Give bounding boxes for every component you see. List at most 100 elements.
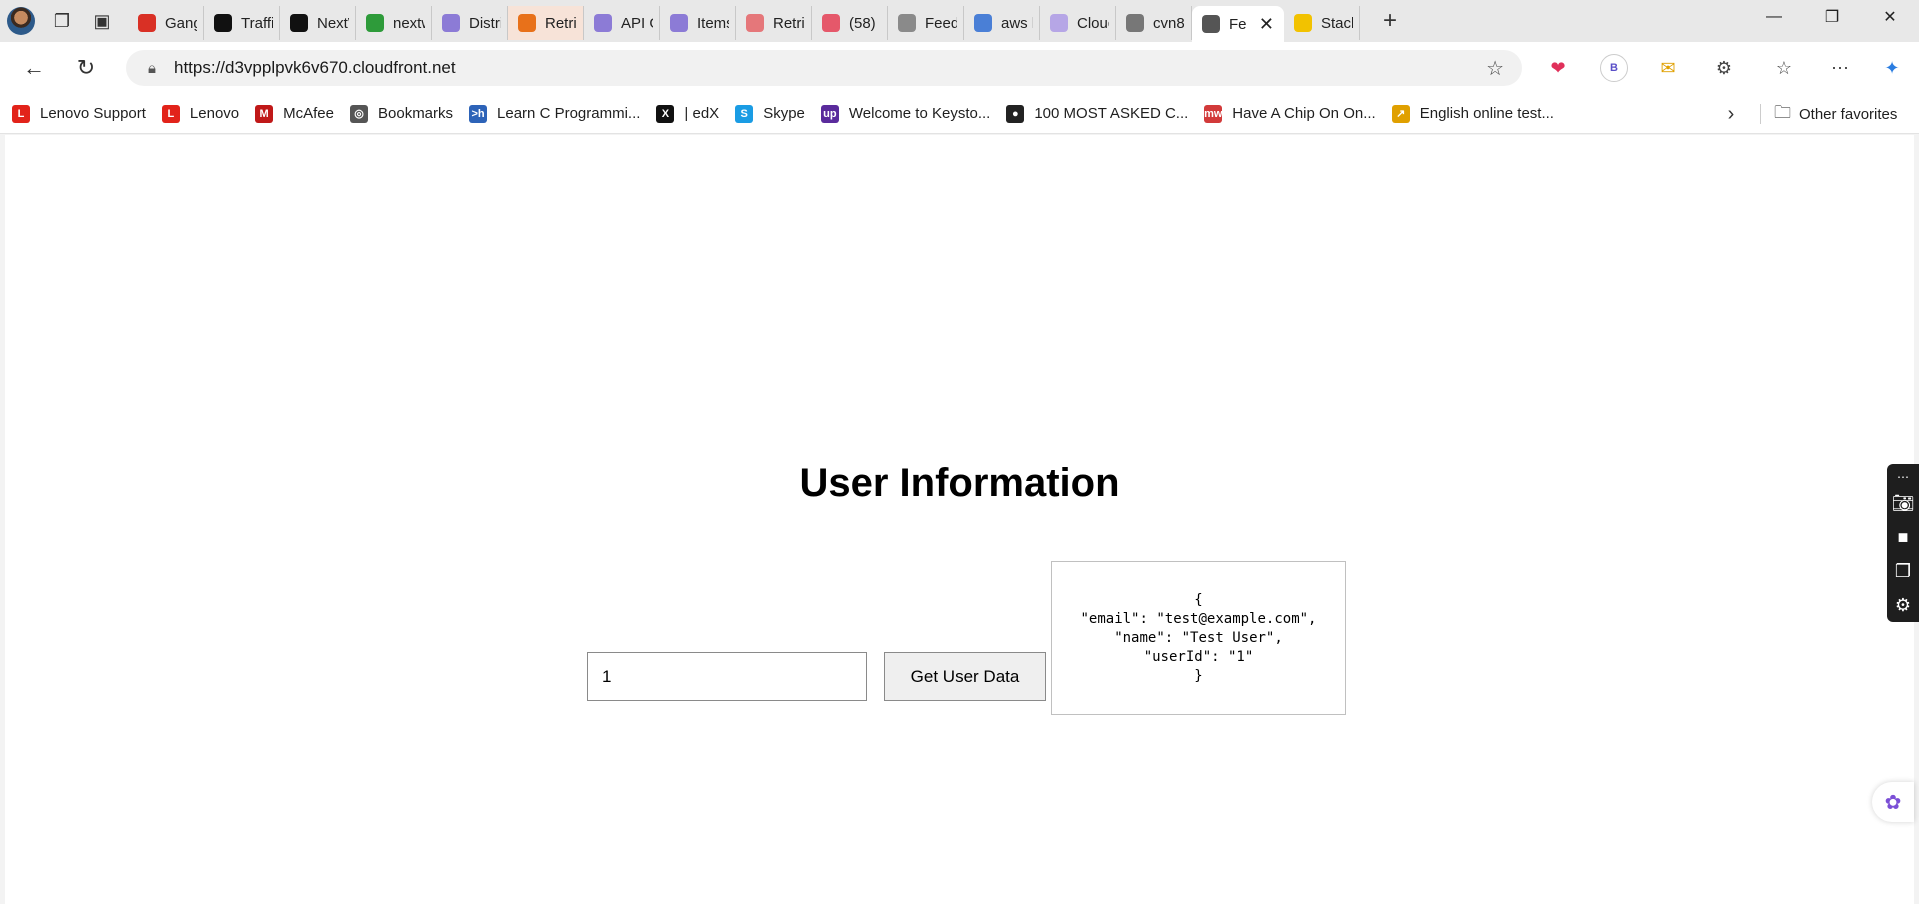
extensions-icon[interactable]: ⚙ [1706, 50, 1742, 86]
tab-11[interactable]: aws log [964, 6, 1040, 40]
page-title: User Information [799, 461, 1120, 505]
bookmark-item[interactable]: X | edX [656, 104, 719, 123]
bookmark-label: McAfee [283, 105, 334, 122]
tab-9[interactable]: (58) Bu [812, 6, 888, 40]
upgrad-icon: up [820, 104, 839, 123]
lenovo-icon: L [161, 104, 180, 123]
nextwork-icon [290, 14, 308, 32]
bookmark-label: 100 MOST ASKED C... [1034, 105, 1189, 122]
tab-title: Items | [697, 14, 729, 32]
globe-icon [1126, 14, 1144, 32]
refresh-icon[interactable]: ↻ [60, 48, 112, 88]
close-window-icon[interactable]: ✕ [1861, 0, 1919, 34]
tab-0[interactable]: Gangad [128, 6, 204, 40]
settings-gear-icon[interactable]: ⚙ [1895, 588, 1911, 622]
tab-title: Cloud C [1077, 14, 1109, 32]
more-menu-icon[interactable]: ⋯ [1822, 50, 1858, 86]
close-tab-icon[interactable]: ✕ [1255, 14, 1278, 35]
other-favorites-button[interactable]: 🗀 Other favorites [1774, 94, 1897, 134]
tab-8[interactable]: Retrieve [736, 6, 812, 40]
tab-title: Fe [1229, 15, 1247, 33]
bookmark-label: Skype [763, 105, 805, 122]
minimize-icon[interactable]: — [1745, 0, 1803, 34]
search-icon [974, 14, 992, 32]
tab-title: API Gat [621, 14, 653, 32]
bookmark-item[interactable]: ↗ English online test... [1391, 104, 1554, 123]
gmail-icon [138, 14, 156, 32]
tab-7[interactable]: Items | [660, 6, 736, 40]
tab-actions-icon[interactable]: ▣ [82, 5, 122, 37]
favorites-icon[interactable]: ☆ [1766, 50, 1802, 86]
address-url[interactable]: https://d3vpplpvk6v670.cloudfront.net [174, 58, 456, 78]
dynamodb-icon [670, 14, 688, 32]
bookmark-label: English online test... [1419, 105, 1554, 122]
bookmarks-overflow-chevron-icon[interactable]: › [1716, 94, 1746, 134]
bookmark-label: Welcome to Keysto... [848, 105, 991, 122]
tab-13[interactable]: cvn8rop [1116, 6, 1192, 40]
bookmark-item[interactable]: S Skype [735, 104, 805, 123]
bookmark-item[interactable]: ◎ Bookmarks [350, 104, 454, 123]
tab-15[interactable]: StackEd [1284, 6, 1360, 40]
tab-title: cvn8rop [1153, 14, 1185, 32]
back-icon[interactable]: ← [8, 48, 60, 88]
profile-b-icon[interactable]: B [1596, 50, 1632, 86]
other-favorites-label: Other favorites [1799, 105, 1898, 123]
bookmark-item[interactable]: up Welcome to Keysto... [820, 104, 991, 123]
tab-title: aws log [1001, 14, 1033, 32]
mcafee-shield-icon: M [255, 104, 274, 123]
bookmark-item[interactable]: >h Learn C Programmi... [469, 104, 641, 123]
bookmark-item[interactable]: L Lenovo Support [12, 104, 146, 123]
capture-toolbar: ⋯ 📷︎ ■ ❐ ⚙ [1887, 464, 1919, 622]
camera-icon[interactable]: 📷︎ [1892, 486, 1915, 520]
window-controls: — ❐ ✕ [1745, 0, 1919, 34]
workspaces-icon[interactable]: ❐ [42, 5, 82, 37]
tab-5[interactable]: Retrieve [508, 6, 584, 40]
lock-icon[interactable]: 🔒︎ [148, 60, 156, 77]
tab-title: StackEd [1321, 14, 1353, 32]
bookmark-item[interactable]: mw Have A Chip On On... [1204, 104, 1376, 123]
browser-toolbar: ← ↻ 🔒︎ https://d3vpplpvk6v670.cloudfront… [0, 42, 1919, 94]
bookmarks-bar: L Lenovo Support L Lenovo M McAfee ◎ Bookmarks >… [0, 94, 1919, 134]
user-id-input[interactable] [587, 652, 867, 701]
app-icon [746, 14, 764, 32]
favorite-star-icon[interactable]: ☆ [1486, 56, 1504, 81]
bookmark-label: Learn C Programmi... [497, 105, 641, 122]
restore-icon[interactable]: ❐ [1803, 0, 1861, 34]
tab-3[interactable]: nextwo [356, 6, 432, 40]
mw-icon: mw [1204, 104, 1222, 123]
video-icon[interactable]: ■ [1898, 520, 1909, 554]
stackedit-icon [1294, 14, 1312, 32]
user-data-json: { "email": "test@example.com", "name": "… [1080, 591, 1317, 684]
window-capture-icon[interactable]: ❐ [1895, 554, 1911, 588]
pocket-icon[interactable]: ❤︎ [1540, 50, 1576, 86]
tab-6[interactable]: API Gat [584, 6, 660, 40]
tab-title: Distribu [469, 14, 501, 32]
youtube-icon [822, 14, 840, 32]
new-tab-button[interactable]: + [1368, 4, 1412, 38]
tab-title: Feed | N [925, 14, 957, 32]
bookmarks-divider [1760, 104, 1761, 124]
tab-4[interactable]: Distribu [432, 6, 508, 40]
cloudfront-icon [442, 14, 460, 32]
bookmark-item[interactable]: L Lenovo [161, 104, 239, 123]
more-options-icon[interactable]: ⋯ [1897, 468, 1909, 486]
tab-1[interactable]: Traffic R [204, 6, 280, 40]
bookmark-label: Bookmarks [378, 105, 454, 122]
profile-avatar[interactable] [0, 0, 42, 42]
brain-assistant-icon[interactable]: ✿ [1872, 782, 1914, 822]
mail-extension-icon[interactable]: ✉ [1650, 50, 1686, 86]
page-viewport: User Information Get User Data { "email"… [5, 135, 1914, 904]
tab-strip: ❐ ▣ Gangad Traffic R NextWo nextwo Distribu R… [0, 0, 1919, 42]
copilot-icon[interactable]: ✦ [1874, 50, 1910, 86]
bookmark-item[interactable]: M McAfee [255, 104, 334, 123]
get-user-data-button[interactable]: Get User Data [884, 652, 1046, 701]
api-gateway-icon [594, 14, 612, 32]
feed-icon [898, 14, 916, 32]
tab-2[interactable]: NextWo [280, 6, 356, 40]
address-bar[interactable]: 🔒︎ https://d3vpplpvk6v670.cloudfront.net… [126, 50, 1522, 86]
tab-10[interactable]: Feed | N [888, 6, 964, 40]
tab-12[interactable]: Cloud C [1040, 6, 1116, 40]
tab-14[interactable]: Fe ✕ [1192, 6, 1284, 42]
bookmark-item[interactable]: ● 100 MOST ASKED C... [1006, 104, 1189, 123]
globe-icon [1202, 15, 1220, 33]
